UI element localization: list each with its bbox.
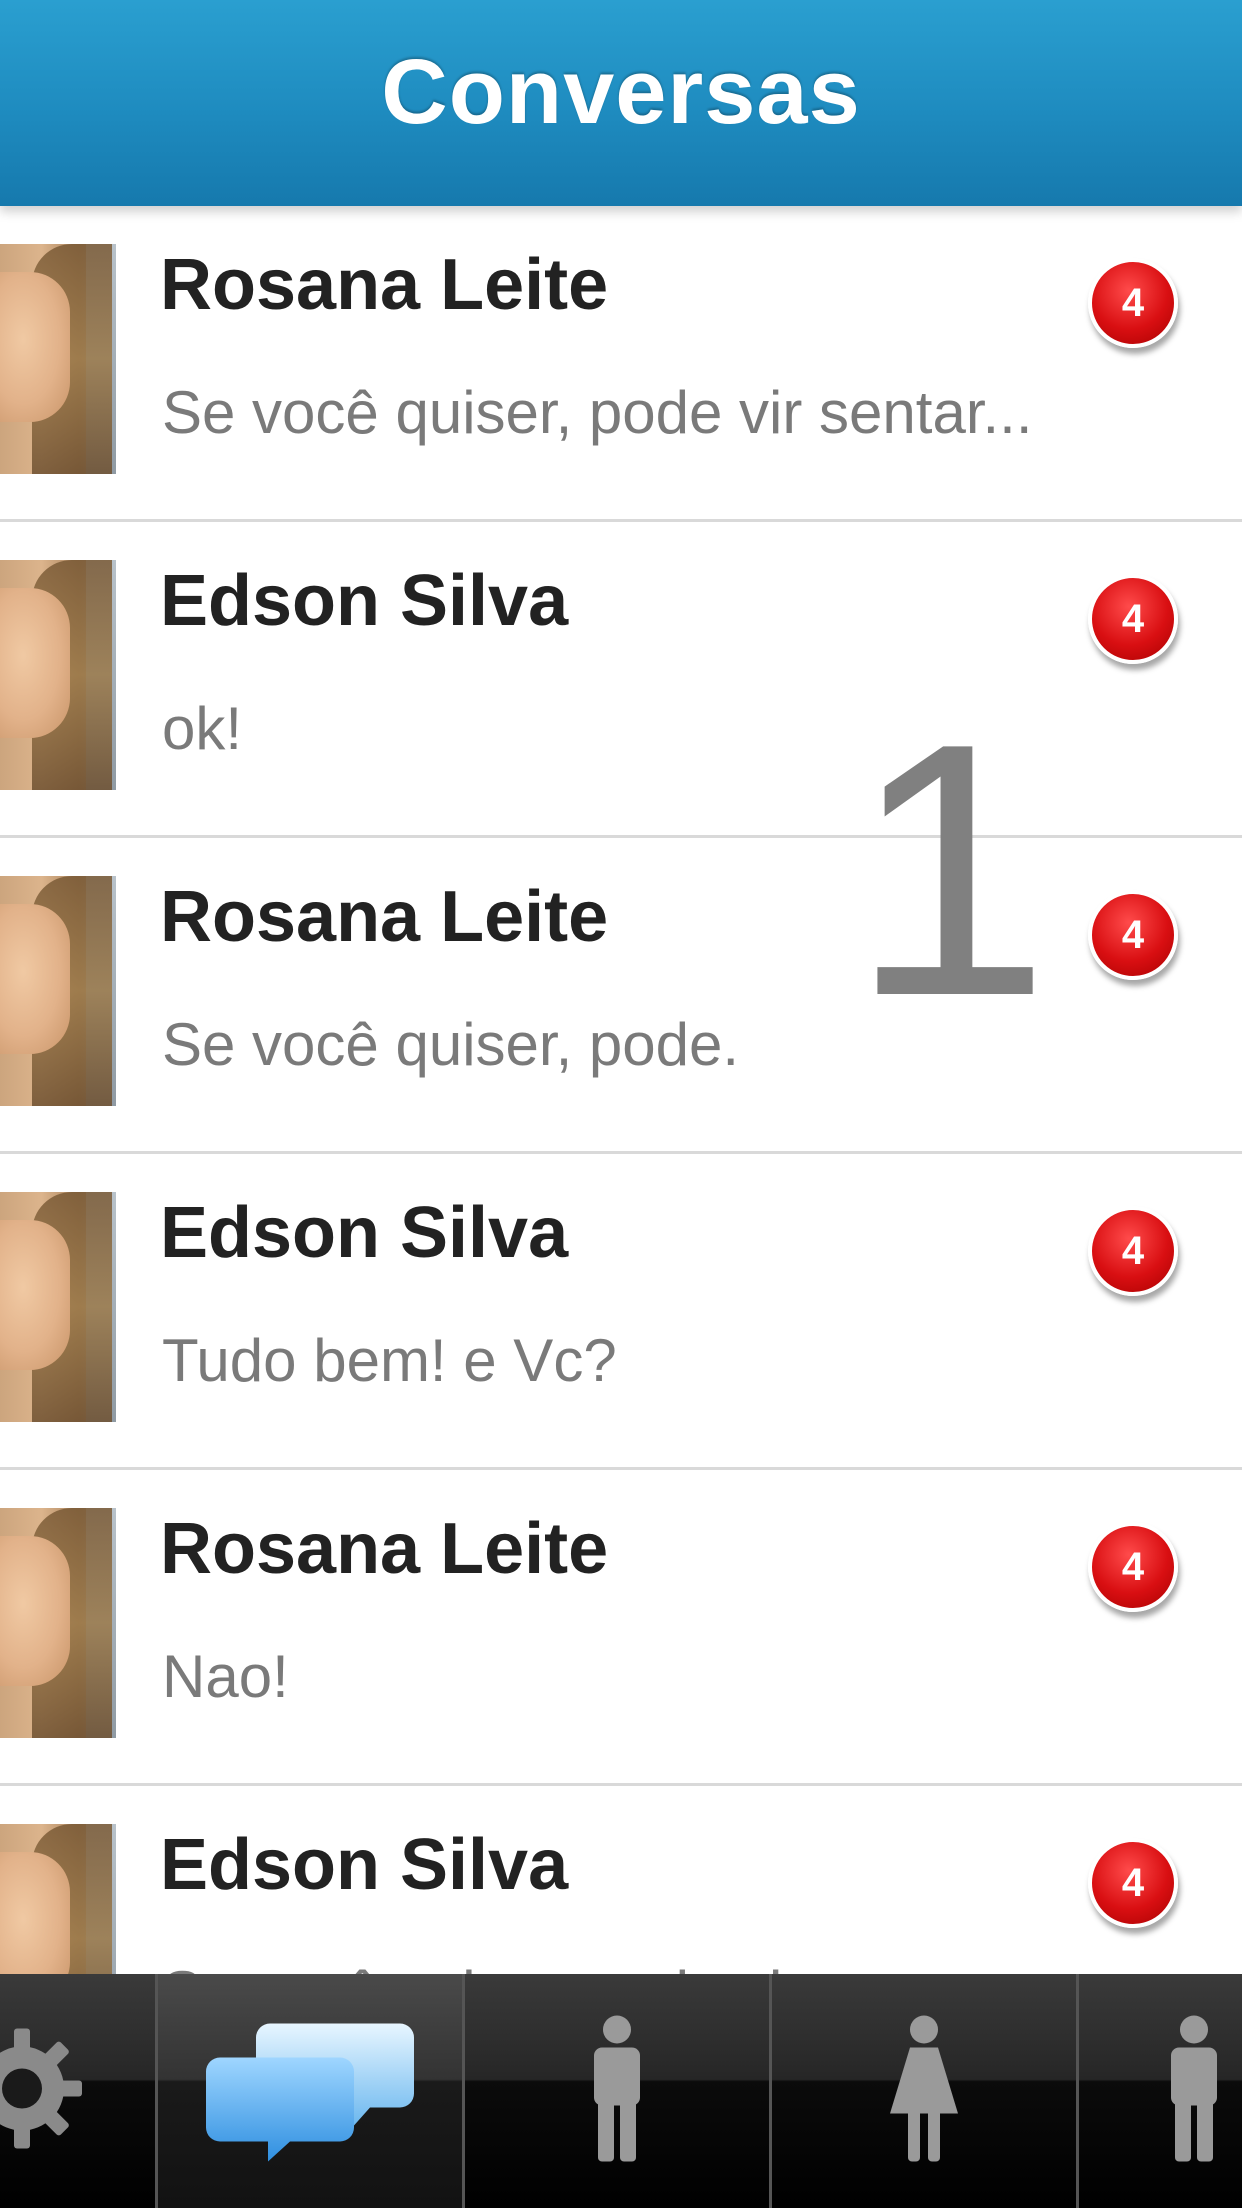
unread-badge: 4: [1088, 1206, 1178, 1296]
unread-badge: 4: [1088, 1838, 1178, 1928]
contact-name: Edson Silva: [160, 561, 569, 641]
conversation-row[interactable]: Rosana Leite Se você quiser, pode. 4: [0, 838, 1242, 1154]
avatar: [0, 876, 116, 1106]
tab-contacts-female[interactable]: [772, 1974, 1079, 2208]
avatar: [0, 1508, 116, 1738]
male-person-icon: [582, 2014, 652, 2169]
contact-name: Rosana Leite: [160, 877, 609, 957]
step-number-overlay: 1: [850, 669, 1051, 1071]
contact-name: Edson Silva: [160, 1825, 569, 1905]
navigation-bar: Conversas: [0, 0, 1242, 206]
contact-name: Edson Silva: [160, 1193, 569, 1273]
conversations-screen: Conversas Rosana Leite Se você quiser, p…: [0, 0, 1242, 2208]
male-person-icon: [1159, 2014, 1229, 2169]
tab-settings[interactable]: [0, 1974, 158, 2208]
conversation-row[interactable]: Edson Silva Se você quiser, pode vir sen…: [0, 1786, 1242, 1974]
avatar: [0, 1192, 116, 1422]
message-preview: Se você quiser, pode vir sentar...: [162, 379, 1033, 446]
tab-contacts-male[interactable]: [465, 1974, 772, 2208]
unread-badge: 4: [1088, 574, 1178, 664]
tab-conversations[interactable]: [158, 1974, 465, 2208]
conversation-row[interactable]: Edson Silva ok! 4: [0, 522, 1242, 838]
message-preview: Se você quiser, pode vir sentar...: [162, 1958, 1152, 1974]
chat-bubbles-icon: [200, 2014, 420, 2169]
avatar: [0, 560, 116, 790]
tab-bar: [0, 1974, 1242, 2208]
unread-badge: 4: [1088, 258, 1178, 348]
page-title: Conversas: [381, 41, 861, 143]
conversation-row[interactable]: Rosana Leite Nao! 4: [0, 1470, 1242, 1786]
female-person-icon: [884, 2014, 964, 2169]
conversation-list[interactable]: Rosana Leite Se você quiser, pode vir se…: [0, 206, 1242, 1974]
message-preview: Tudo bem! e Vc?: [162, 1327, 617, 1394]
contact-name: Rosana Leite: [160, 1509, 609, 1589]
avatar: [0, 1824, 116, 1974]
avatar: [0, 244, 116, 474]
gear-icon: [0, 2024, 87, 2159]
unread-badge: 4: [1088, 1522, 1178, 1612]
conversation-row[interactable]: Edson Silva Tudo bem! e Vc? 4: [0, 1154, 1242, 1470]
contact-name: Rosana Leite: [160, 245, 609, 325]
conversation-row[interactable]: Rosana Leite Se você quiser, pode vir se…: [0, 206, 1242, 522]
unread-badge: 4: [1088, 890, 1178, 980]
message-preview: Nao!: [162, 1643, 289, 1710]
tab-contacts-male-2[interactable]: [1079, 1974, 1242, 2208]
